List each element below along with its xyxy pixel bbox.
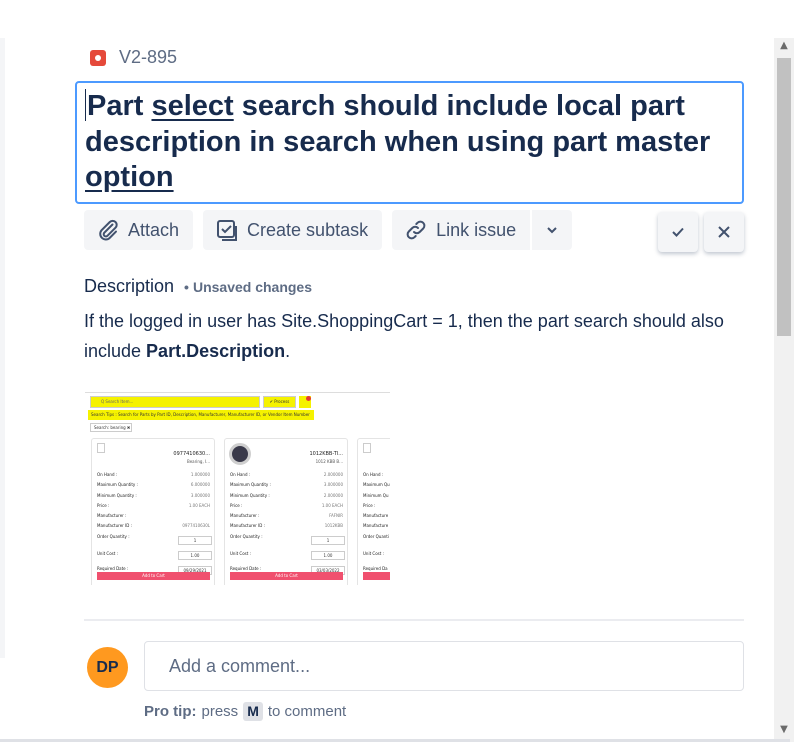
unsaved-changes-badge: • Unsaved changes: [184, 279, 313, 295]
scroll-down-arrow-icon[interactable]: ▼: [774, 722, 794, 738]
text-caret: [85, 89, 86, 121]
part-photo: [229, 443, 251, 465]
cancel-title-button[interactable]: [704, 212, 744, 252]
embed-search-tips: Search Tips : Search for Parts by Part I…: [88, 410, 314, 420]
broken-image-icon: [97, 443, 105, 453]
embed-filter-chip: Search: bearing ✖: [90, 423, 132, 432]
confirm-title-button[interactable]: [658, 212, 698, 252]
embed-part-card: On Hand : Maximum Qu Minimum Qu Price : …: [357, 438, 390, 585]
embed-add-to-cart: [363, 572, 390, 580]
scroll-up-arrow-icon[interactable]: ▲: [774, 38, 794, 54]
link-issue-button[interactable]: Link issue: [392, 210, 531, 250]
vertical-scrollbar[interactable]: ▲ ▼: [774, 38, 794, 742]
description-header: Description • Unsaved changes: [84, 276, 312, 297]
title-edit-controls: [658, 212, 750, 252]
chevron-down-icon: [547, 227, 557, 234]
broken-image-icon: [363, 443, 371, 453]
embed-part-card: 0977410630... Bearing, I... On Hand :1.0…: [91, 438, 215, 585]
embed-add-to-cart: Add to Cart: [230, 572, 343, 580]
paperclip-icon: [99, 219, 118, 241]
issue-key[interactable]: V2-895: [119, 47, 177, 68]
more-actions-button[interactable]: [532, 210, 573, 250]
embed-search-field: Q Search Item...: [90, 396, 260, 408]
link-icon: [406, 220, 426, 240]
avatar[interactable]: DP: [87, 647, 128, 688]
comment-input[interactable]: Add a comment...: [144, 641, 744, 691]
scrollbar-thumb[interactable]: [777, 58, 791, 336]
issue-key-row: V2-895: [90, 47, 177, 68]
issue-title-editor[interactable]: Part select search should include local …: [75, 81, 744, 204]
embed-part-card: 1012KBB-TI... 1012 KBB B... On Hand :2.0…: [224, 438, 348, 585]
issue-title-text[interactable]: Part select search should include local …: [85, 89, 734, 196]
embed-process-button: ✔ Process: [263, 396, 296, 408]
cart-icon: [299, 396, 311, 408]
description-text[interactable]: If the logged in user has Site.ShoppingC…: [84, 306, 764, 366]
create-subtask-button[interactable]: Create subtask: [203, 210, 383, 250]
attach-button[interactable]: Attach: [84, 210, 194, 250]
issue-action-bar: Attach Create subtask Link issue: [84, 210, 573, 250]
bug-icon: [90, 49, 106, 66]
keyboard-shortcut-key: M: [243, 702, 263, 721]
embed-add-to-cart: Add to Cart: [97, 572, 210, 580]
section-divider: [84, 619, 744, 621]
subtask-icon: [217, 220, 238, 241]
checkmark-icon: [672, 227, 684, 237]
embedded-screenshot-image[interactable]: Q Search Item... ✔ Process Search Tips :…: [85, 392, 390, 585]
description-label: Description: [84, 276, 175, 296]
left-panel-edge: [0, 38, 5, 658]
pro-tip: Pro tip: press M to comment: [144, 702, 347, 721]
close-icon: [718, 226, 730, 238]
